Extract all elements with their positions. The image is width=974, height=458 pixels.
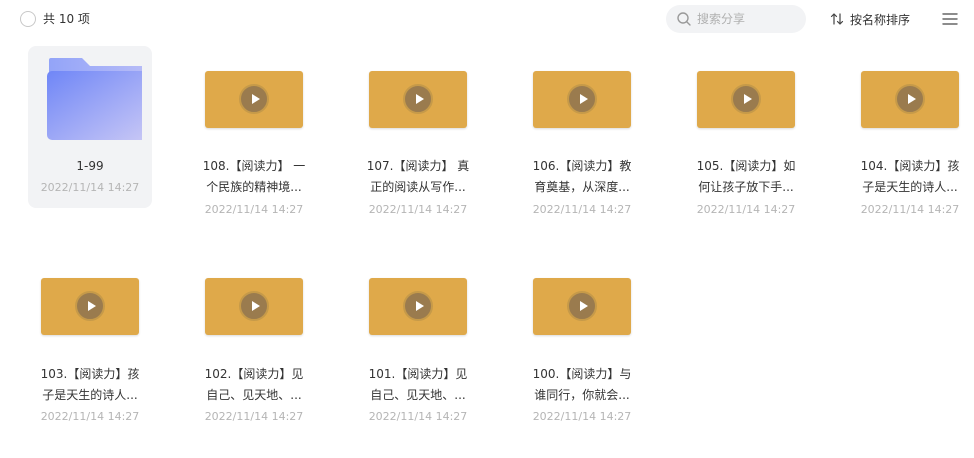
item-count: 共 10 项: [43, 12, 90, 26]
video-thumbnail: [40, 267, 140, 347]
folder-icon: [47, 58, 142, 140]
play-icon: [567, 84, 597, 114]
search-box[interactable]: [666, 5, 806, 33]
file-name-line2[interactable]: 子是天生的诗人...: [848, 177, 972, 198]
video-thumbnail: [204, 267, 304, 347]
file-date: 2022/11/14 14:27: [860, 203, 960, 216]
file-name-line2[interactable]: 子是天生的诗人...: [28, 385, 152, 406]
file-name-line2[interactable]: 个民族的精神境...: [192, 177, 316, 198]
top-toolbar: 共 10 项 按名称排序: [0, 0, 974, 38]
file-date: 2022/11/14 14:27: [532, 410, 632, 423]
video-thumb: [369, 71, 467, 128]
file-name[interactable]: 105.【阅读力】如: [684, 156, 808, 177]
sort-button[interactable]: 按名称排序: [830, 10, 910, 28]
play-icon: [75, 291, 105, 321]
sort-icon: [830, 13, 844, 25]
play-icon: [239, 84, 269, 114]
file-date: 2022/11/14 14:27: [532, 203, 632, 216]
file-name[interactable]: 1-99: [28, 156, 152, 177]
file-name[interactable]: 101.【阅读力】见: [356, 364, 480, 385]
file-name[interactable]: 107.【阅读力】 真: [356, 156, 480, 177]
list-view-icon[interactable]: [942, 12, 958, 26]
play-icon: [567, 291, 597, 321]
select-all-checkbox[interactable]: [20, 11, 36, 27]
video-thumb: [533, 71, 631, 128]
file-date: 2022/11/14 14:27: [696, 203, 796, 216]
sort-label: 按名称排序: [850, 12, 911, 27]
video-thumbnail: [532, 60, 632, 140]
search-input[interactable]: [697, 5, 802, 33]
play-icon: [895, 84, 925, 114]
video-thumb: [205, 71, 303, 128]
file-date: 2022/11/14 14:27: [368, 410, 468, 423]
file-name[interactable]: 104.【阅读力】孩: [848, 156, 972, 177]
video-thumb: [697, 71, 795, 128]
file-date: 2022/11/14 14:27: [368, 203, 468, 216]
file-date: 2022/11/14 14:27: [40, 410, 140, 423]
video-thumb: [205, 278, 303, 335]
file-name-line2[interactable]: 正的阅读从写作...: [356, 177, 480, 198]
file-name-line2[interactable]: 谁同行，你就会...: [520, 385, 644, 406]
video-thumb: [41, 278, 139, 335]
file-name[interactable]: 103.【阅读力】孩: [28, 364, 152, 385]
file-name[interactable]: 100.【阅读力】与: [520, 364, 644, 385]
video-thumb: [861, 71, 959, 128]
file-name[interactable]: 102.【阅读力】见: [192, 364, 316, 385]
folder-thumbnail: [40, 54, 142, 140]
search-icon: [677, 12, 691, 26]
file-date: 2022/11/14 14:27: [204, 203, 304, 216]
video-thumbnail: [696, 60, 796, 140]
video-thumbnail: [368, 60, 468, 140]
file-date: 2022/11/14 14:27: [40, 181, 140, 194]
file-name[interactable]: 106.【阅读力】教: [520, 156, 644, 177]
file-name-line2[interactable]: 育奠基，从深度...: [520, 177, 644, 198]
video-thumbnail: [204, 60, 304, 140]
file-name[interactable]: 108.【阅读力】 一: [192, 156, 316, 177]
play-icon: [403, 84, 433, 114]
video-thumbnail: [368, 267, 468, 347]
play-icon: [403, 291, 433, 321]
video-thumbnail: [532, 267, 632, 347]
file-name-line2[interactable]: 自己、见天地、...: [192, 385, 316, 406]
file-date: 2022/11/14 14:27: [204, 410, 304, 423]
play-icon: [239, 291, 269, 321]
play-icon: [731, 84, 761, 114]
video-thumbnail: [860, 60, 960, 140]
file-name-line2[interactable]: 自己、见天地、...: [356, 385, 480, 406]
file-name-line2[interactable]: 何让孩子放下手...: [684, 177, 808, 198]
video-thumb: [369, 278, 467, 335]
video-thumb: [533, 278, 631, 335]
